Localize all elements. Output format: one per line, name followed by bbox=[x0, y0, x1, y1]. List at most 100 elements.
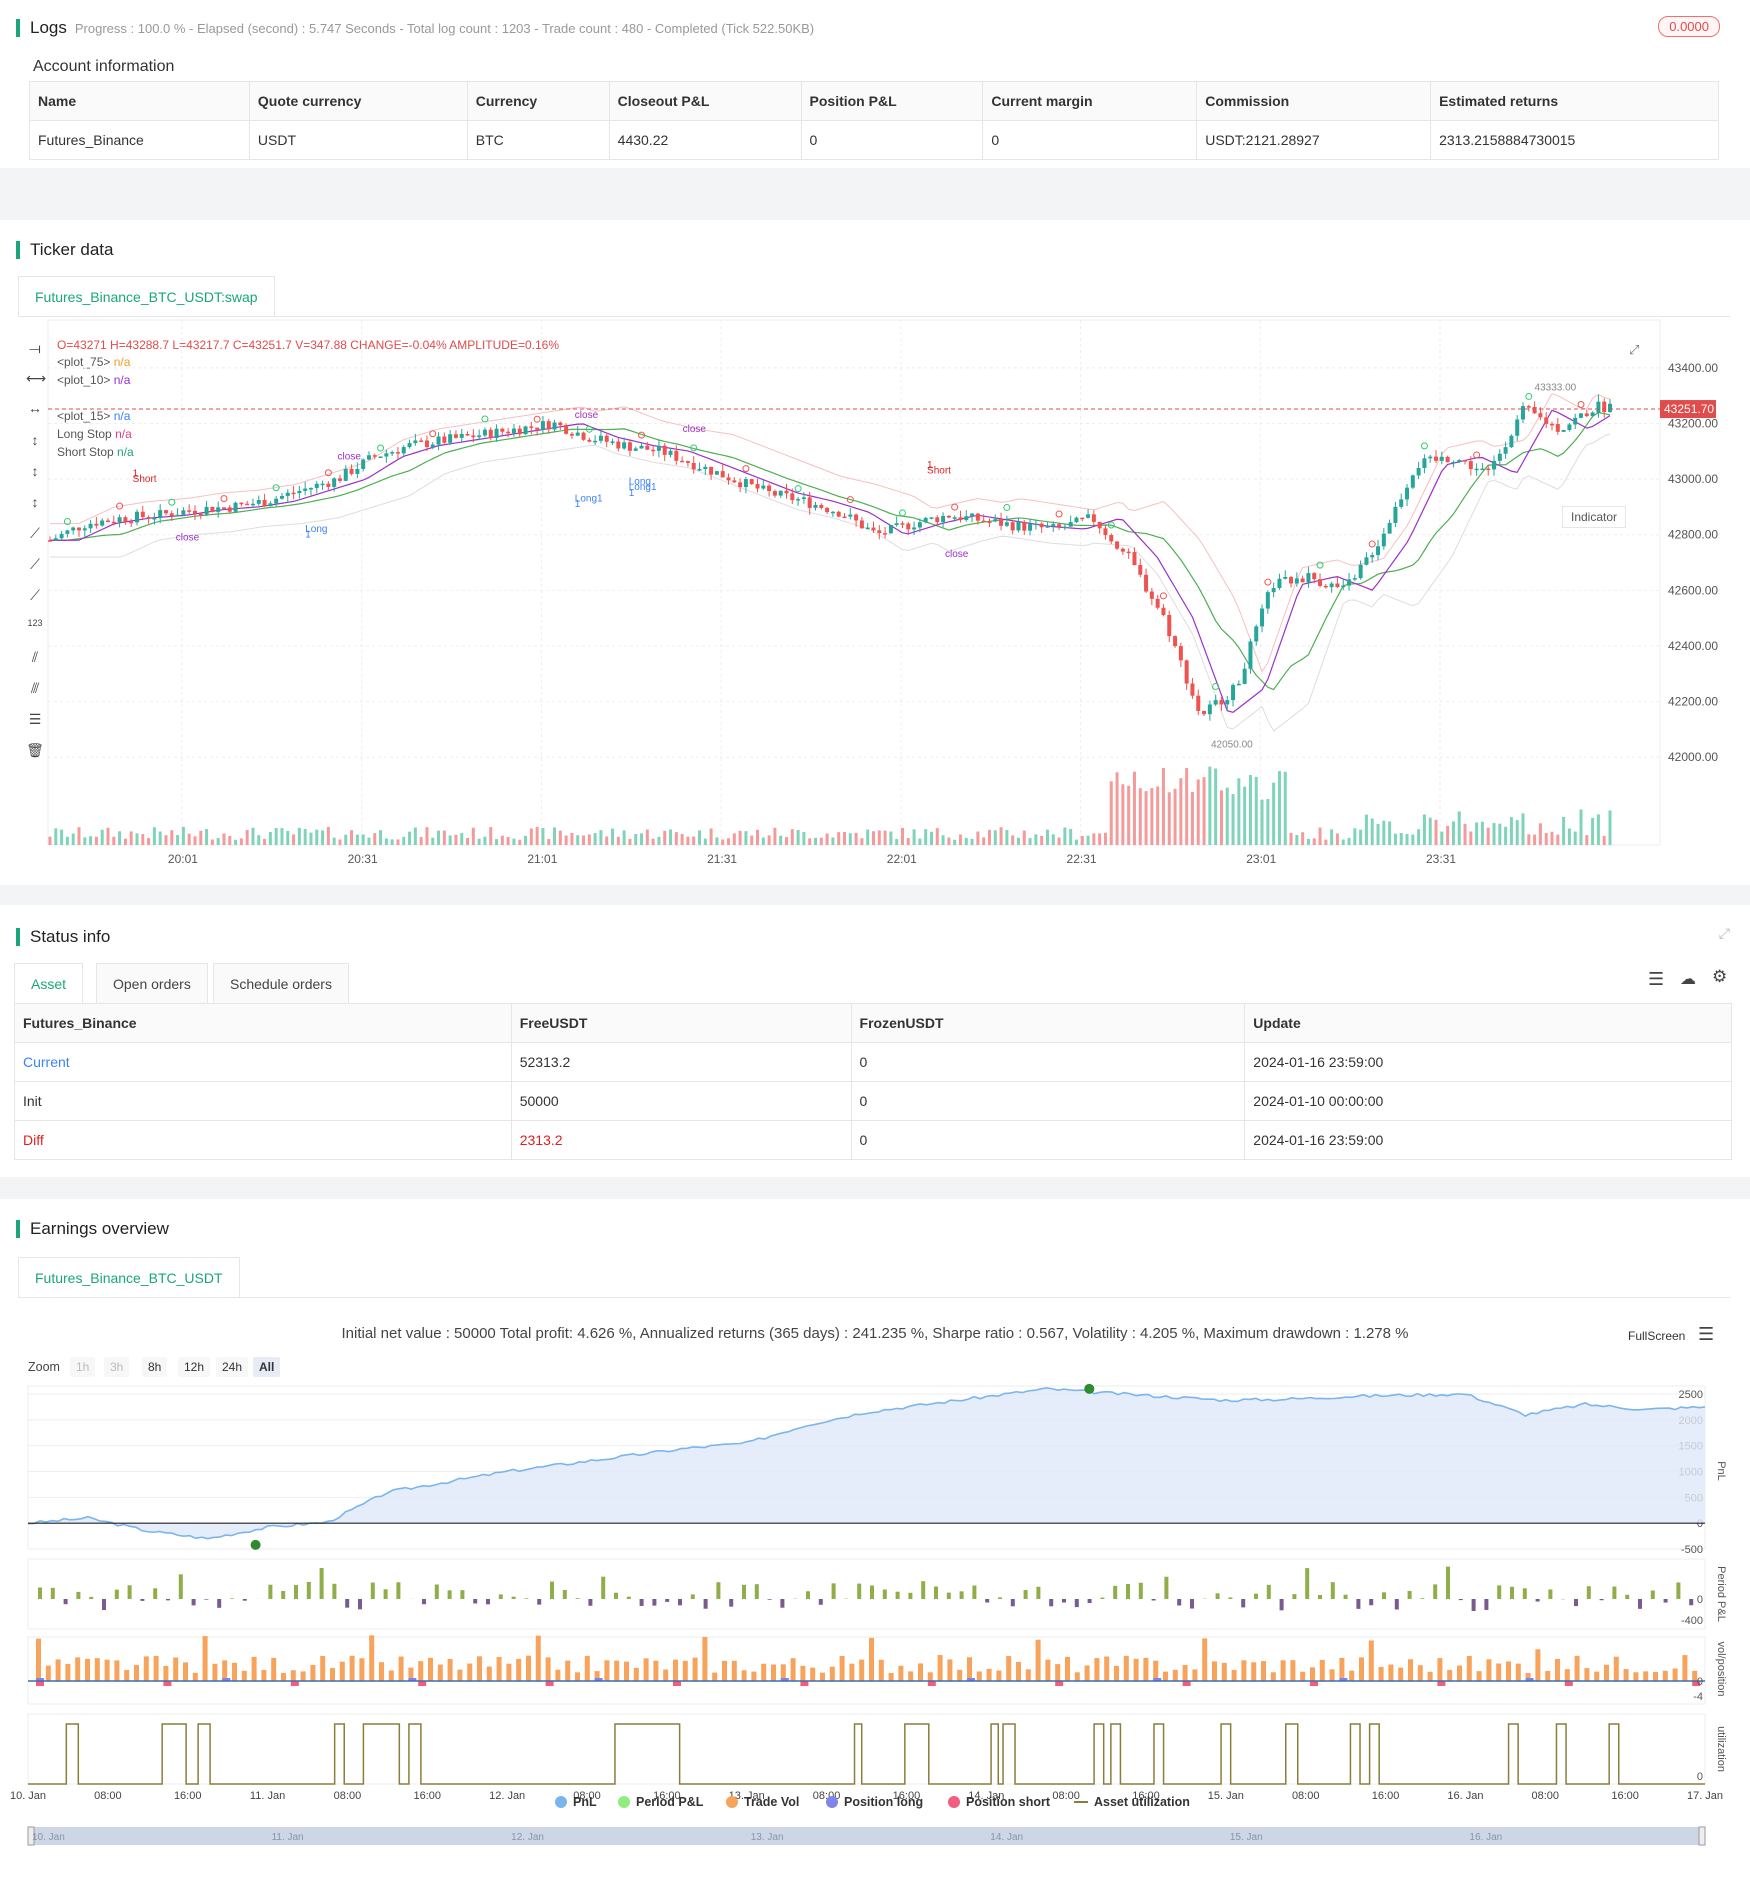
account-header-cell: Closeout P&L bbox=[608, 81, 802, 121]
trade-vol-bar bbox=[163, 1665, 169, 1681]
candle-body bbox=[477, 435, 482, 438]
volume-bar bbox=[1237, 778, 1241, 845]
gear-icon[interactable]: ⚙ bbox=[1712, 967, 1727, 987]
trade-vol-bar bbox=[918, 1663, 923, 1681]
trade-vol-bar bbox=[653, 1660, 659, 1681]
volume-bar bbox=[1080, 836, 1084, 845]
volume-bar bbox=[634, 833, 638, 845]
candle-body bbox=[1381, 533, 1386, 547]
volume-bar bbox=[906, 838, 910, 845]
cloud-download-icon[interactable]: ☁ bbox=[1680, 969, 1696, 989]
candle-body bbox=[146, 517, 151, 519]
candle-body bbox=[158, 510, 163, 519]
tab-open-orders[interactable]: Open orders bbox=[96, 963, 208, 1003]
tab-asset[interactable]: Asset bbox=[14, 963, 84, 1003]
volume-bar bbox=[1469, 831, 1473, 845]
period-bar bbox=[1356, 1599, 1361, 1609]
trade-label: Short bbox=[927, 466, 951, 477]
period-bar bbox=[1382, 1592, 1386, 1599]
trade-vol-bar bbox=[1594, 1671, 1600, 1681]
y-tick-label: 42000.00 bbox=[1668, 750, 1718, 764]
trade-vol-bar bbox=[614, 1660, 620, 1681]
candle-body bbox=[1167, 614, 1172, 637]
legend-item[interactable]: Period P&L bbox=[618, 1795, 703, 1809]
trade-vol-bar bbox=[673, 1659, 678, 1681]
volume-bar bbox=[1185, 768, 1189, 845]
legend-item[interactable]: PnL bbox=[555, 1795, 597, 1809]
volume-bar bbox=[1608, 810, 1612, 845]
period-bar bbox=[1279, 1599, 1284, 1611]
candle-body bbox=[129, 521, 134, 524]
candle-body bbox=[1352, 578, 1357, 580]
min-marker bbox=[250, 1539, 261, 1550]
period-bar bbox=[601, 1576, 606, 1599]
trade-vol-bar bbox=[388, 1670, 394, 1681]
logs-title: Logs Progress : 100.0 % - Elapsed (secon… bbox=[16, 18, 814, 38]
asset-header-cell: FrozenUSDT bbox=[850, 1003, 1246, 1043]
period-bar bbox=[1074, 1599, 1079, 1608]
volume-bar bbox=[408, 831, 412, 845]
trade-vol-bar bbox=[1084, 1665, 1090, 1681]
tab-schedule-orders[interactable]: Schedule orders bbox=[213, 963, 349, 1003]
period-bar bbox=[754, 1584, 759, 1599]
signal-marker bbox=[481, 415, 489, 423]
candle-body bbox=[1173, 636, 1178, 647]
trade-vol-bar bbox=[1545, 1670, 1551, 1681]
x-tick-label: 22:31 bbox=[1067, 852, 1097, 866]
account-header-cell: Current margin bbox=[982, 81, 1198, 121]
earnings-chart[interactable]: 25002000150010005000-5000-4000-40PnLPeri… bbox=[0, 1199, 1750, 1878]
legend-item[interactable]: Position long bbox=[826, 1795, 923, 1809]
candle-body bbox=[854, 514, 859, 521]
volume-bar bbox=[367, 837, 371, 845]
trade-vol-bar bbox=[1574, 1655, 1580, 1681]
account-cell: 0 bbox=[982, 120, 1198, 160]
list-icon[interactable]: ☰ bbox=[1648, 969, 1664, 990]
period-bar bbox=[1676, 1582, 1681, 1599]
volume-bar bbox=[709, 828, 713, 845]
volume-bar bbox=[1330, 829, 1334, 845]
trade-vol-bar bbox=[1251, 1662, 1257, 1681]
trade-vol-bar bbox=[202, 1636, 208, 1681]
volume-bar bbox=[326, 826, 330, 845]
expand-icon[interactable]: ⤢ bbox=[1719, 925, 1730, 942]
candle-body bbox=[662, 445, 667, 455]
legend-item[interactable]: Asset utilization bbox=[1074, 1795, 1190, 1809]
volume-bar bbox=[100, 829, 104, 845]
trade-vol-bar bbox=[300, 1671, 306, 1681]
trade-vol-bar bbox=[1437, 1658, 1443, 1681]
logs-badge[interactable]: 0.0000 bbox=[1658, 16, 1720, 37]
pnl-area bbox=[28, 1387, 1705, 1539]
util-panel bbox=[27, 1713, 1706, 1785]
volume-bar bbox=[1272, 782, 1276, 845]
x-tick-label: 11. Jan bbox=[250, 1790, 285, 1802]
period-bar bbox=[1266, 1584, 1271, 1599]
trade-vol-bar bbox=[114, 1660, 120, 1681]
asset-cell: Current bbox=[14, 1042, 512, 1082]
account-cell: USDT:2121.28927 bbox=[1196, 120, 1432, 160]
candle-body bbox=[1515, 419, 1520, 436]
candle-body bbox=[482, 429, 487, 436]
volume-bar bbox=[1115, 772, 1119, 845]
legend-item[interactable]: Trade Vol bbox=[726, 1795, 799, 1809]
volume-bar bbox=[1289, 832, 1293, 845]
volume-bar bbox=[982, 837, 986, 845]
volume-bar bbox=[877, 830, 881, 845]
period-bar bbox=[1228, 1597, 1233, 1599]
legend-label: Asset utilization bbox=[1094, 1795, 1190, 1809]
trade-vol-bar bbox=[75, 1657, 81, 1681]
volume-bar bbox=[866, 829, 870, 845]
candle-body bbox=[1584, 413, 1589, 417]
volume-bar bbox=[767, 835, 771, 845]
volume-bar bbox=[935, 828, 939, 845]
legend-item[interactable]: Position short bbox=[948, 1795, 1050, 1809]
account-cell: 4430.22 bbox=[608, 120, 802, 160]
candlestick-chart[interactable]: 43400.00 43200.00 43000.00 42800.00 42600.00… bbox=[0, 220, 1750, 885]
navigator-tick-label: 16. Jan bbox=[1469, 1832, 1502, 1843]
plot-area bbox=[47, 319, 1661, 846]
trade-vol-bar bbox=[722, 1660, 727, 1681]
candle-body bbox=[796, 499, 801, 501]
period-bar bbox=[857, 1583, 862, 1599]
candle-body bbox=[163, 510, 168, 514]
period-bar bbox=[1510, 1586, 1514, 1599]
volume-bar bbox=[1347, 837, 1351, 845]
